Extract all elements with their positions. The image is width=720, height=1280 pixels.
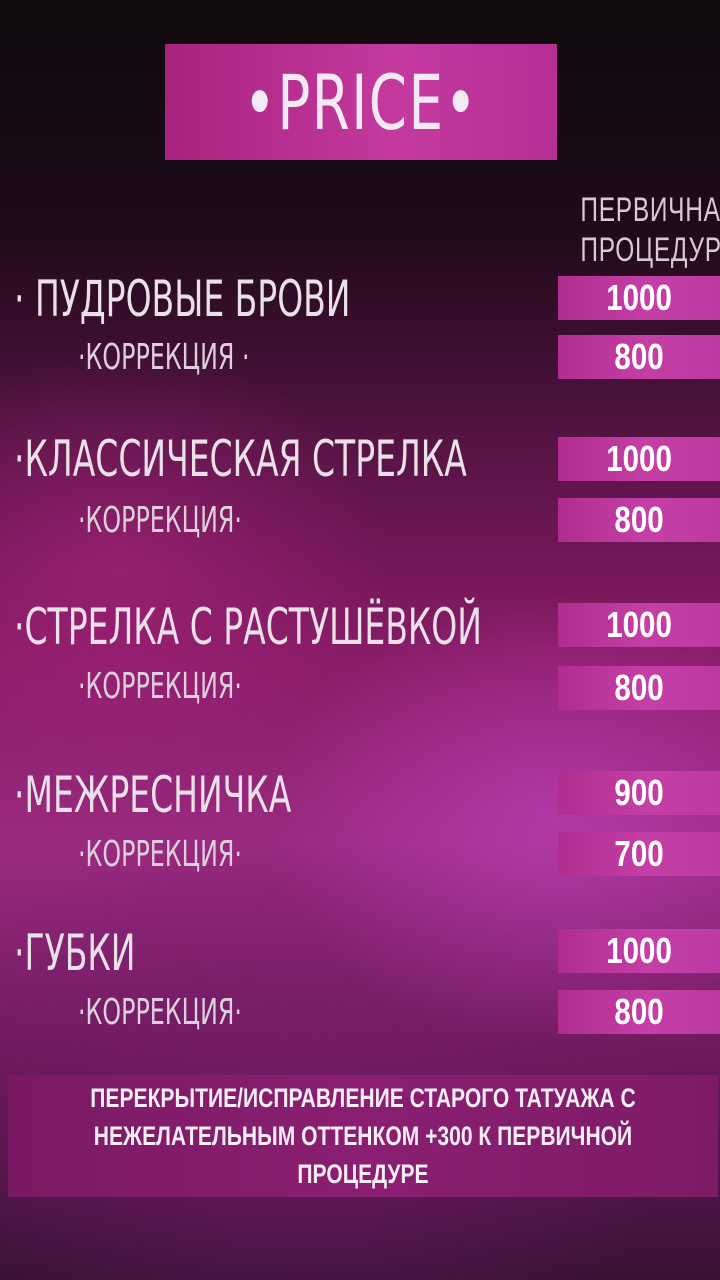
correction-price-lips: 800 xyxy=(558,990,720,1034)
correction-price-interlash: 700 xyxy=(558,832,720,876)
price-value: 900 xyxy=(614,772,664,813)
price-value: 1000 xyxy=(606,930,672,971)
correction-label-interlash: ·КОРРЕКЦИЯ· xyxy=(78,834,242,875)
price-value: 1000 xyxy=(606,604,672,645)
price-value: 800 xyxy=(614,499,664,540)
service-name-powder-brows: · ПУДРОВЫЕ БРОВИ xyxy=(14,270,351,328)
correction-label-classic-arrow: ·КОРРЕКЦИЯ· xyxy=(78,500,242,541)
tattoo-correction-note: ПЕРЕКРЫТИЕ/ИСПРАВЛЕНИЕ СТАРОГО ТАТУАЖА С… xyxy=(90,1083,636,1189)
correction-label-lips: ·КОРРЕКЦИЯ· xyxy=(78,992,242,1033)
price-value: 1000 xyxy=(606,438,672,479)
price-lips: 1000 xyxy=(558,929,720,973)
service-name-lips: ·ГУБКИ xyxy=(14,924,136,982)
correction-price-classic-arrow: 800 xyxy=(558,498,720,542)
price-title-banner: •PRICE• xyxy=(165,44,557,160)
price-value: 800 xyxy=(614,667,664,708)
price-value: 800 xyxy=(614,991,664,1032)
correction-label-powder-brows: ·КОРРЕКЦИЯ · xyxy=(78,337,250,378)
price-interlash: 900 xyxy=(558,771,720,815)
column-header-line-2: ПРОЦЕДУРА xyxy=(580,231,720,269)
price-value: 800 xyxy=(614,336,664,377)
column-header-primary-procedure: ПЕРВИЧНАЯ ПРОЦЕДУРА xyxy=(580,190,720,270)
column-header-line-1: ПЕРВИЧНАЯ xyxy=(580,191,720,229)
tattoo-correction-note-banner: ПЕРЕКРЫТИЕ/ИСПРАВЛЕНИЕ СТАРОГО ТАТУАЖА С… xyxy=(8,1075,718,1197)
price-shaded-arrow: 1000 xyxy=(558,603,720,647)
correction-label-shaded-arrow: ·КОРРЕКЦИЯ· xyxy=(78,666,242,707)
price-value: 1000 xyxy=(606,277,672,318)
price-powder-brows: 1000 xyxy=(558,276,720,320)
correction-price-powder-brows: 800 xyxy=(558,335,720,379)
price-value: 700 xyxy=(614,833,664,874)
page-title: •PRICE• xyxy=(243,57,479,147)
correction-price-shaded-arrow: 800 xyxy=(558,666,720,710)
service-name-interlash: ·МЕЖРЕСНИЧКА xyxy=(14,766,292,824)
service-name-classic-arrow: ·КЛАССИЧЕСКАЯ СТРЕЛКА xyxy=(14,430,467,488)
service-name-shaded-arrow: ·СТРЕЛКА С РАСТУШЁВКОЙ xyxy=(14,598,482,656)
price-classic-arrow: 1000 xyxy=(558,437,720,481)
